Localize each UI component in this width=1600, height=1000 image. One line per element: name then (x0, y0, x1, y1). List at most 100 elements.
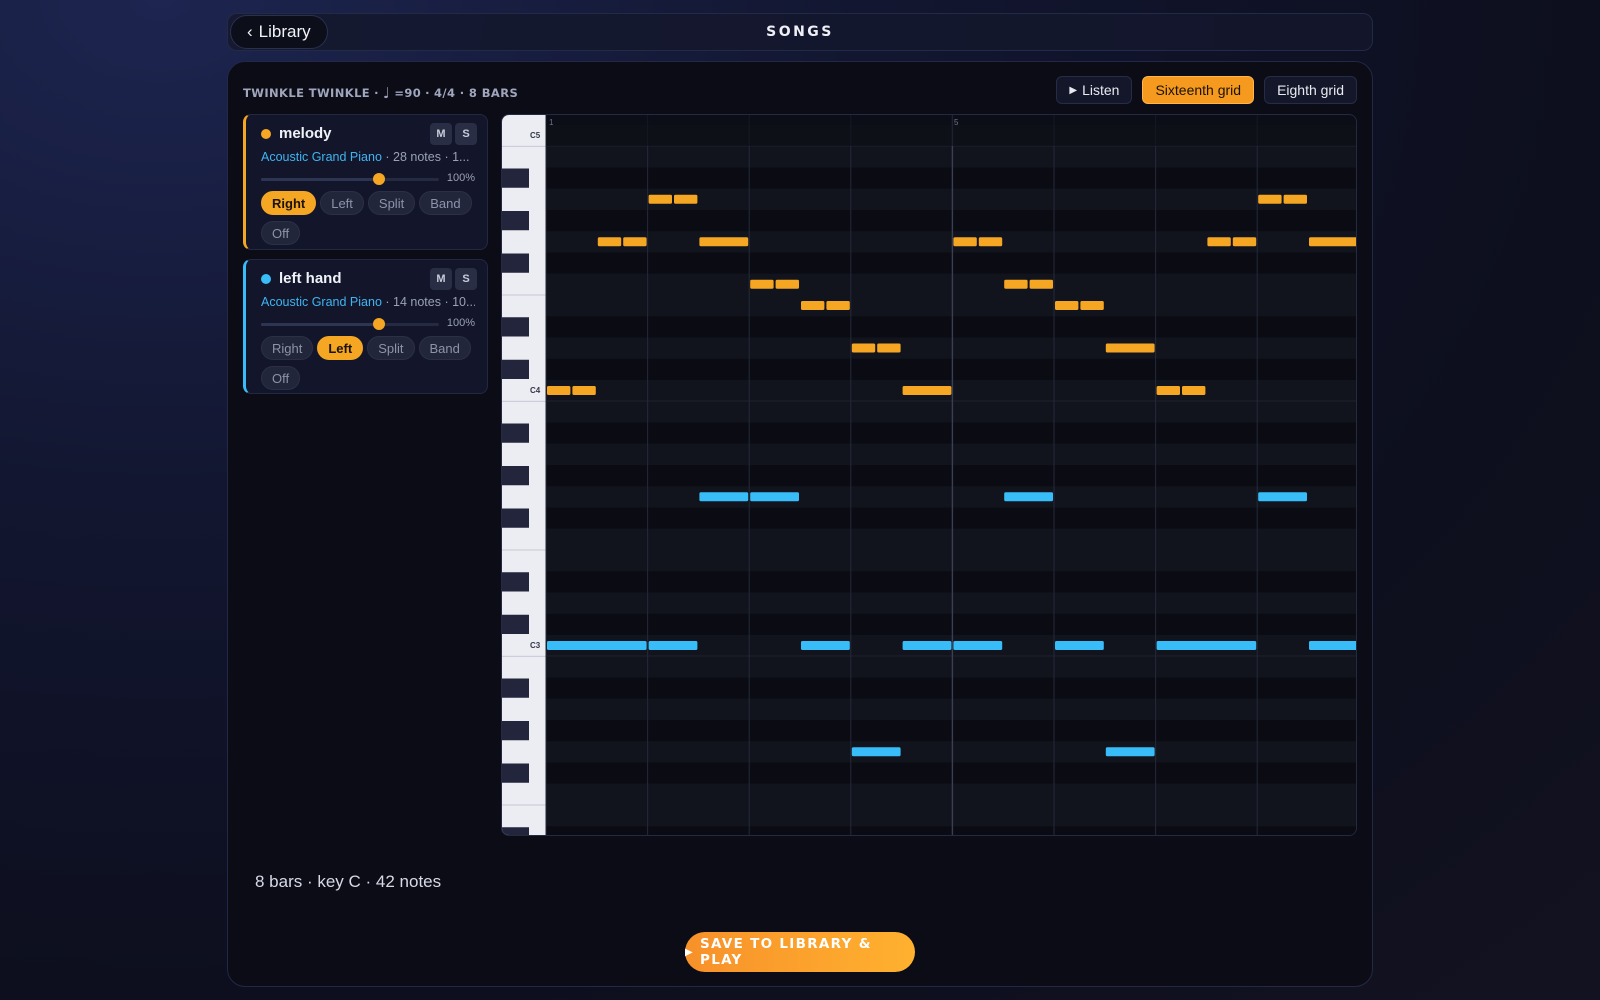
sixteenth-grid-button[interactable]: Sixteenth grid (1142, 76, 1255, 104)
melody-note[interactable] (775, 279, 799, 289)
left-hand-note[interactable] (801, 641, 850, 650)
black-key[interactable] (502, 423, 529, 443)
left-hand-note[interactable] (1004, 492, 1053, 502)
melody-note[interactable] (674, 194, 698, 204)
left-hand-note[interactable] (851, 747, 901, 757)
hand-band-button[interactable]: Band (418, 336, 471, 360)
black-key[interactable] (502, 317, 529, 337)
listen-button[interactable]: ▶ Listen (1056, 76, 1133, 104)
melody-note[interactable] (1232, 237, 1257, 247)
piano-roll[interactable]: 1 5 C5 C4 C3 (501, 114, 1357, 836)
left-hand-note[interactable] (1258, 492, 1307, 502)
black-key[interactable] (502, 466, 529, 486)
hand-off-button[interactable]: Off (261, 366, 301, 390)
melody-note[interactable] (826, 301, 850, 310)
left-hand-note[interactable] (1156, 641, 1257, 650)
hand-right-button[interactable]: Right (261, 191, 317, 215)
black-key[interactable] (502, 763, 529, 783)
melody-note[interactable] (801, 301, 825, 310)
pitch-row (546, 465, 1356, 487)
volume-knob[interactable] (373, 173, 385, 185)
pitch-row (546, 571, 1356, 593)
bar-number-1: 1 (549, 118, 554, 127)
volume-track (261, 323, 439, 326)
mute-button[interactable]: M (430, 268, 452, 290)
melody-note[interactable] (1182, 386, 1206, 395)
left-hand-note[interactable] (699, 492, 749, 502)
melody-note[interactable] (1004, 279, 1028, 289)
track-card-left-hand[interactable]: left hand M S Acoustic Grand Piano · 14 … (243, 259, 488, 394)
hand-left-button[interactable]: Left (317, 336, 364, 360)
volume-fill (261, 323, 379, 326)
track-card-melody[interactable]: melody M S Acoustic Grand Piano · 28 not… (243, 114, 488, 250)
eighth-grid-button[interactable]: Eighth grid (1264, 76, 1357, 104)
volume-knob[interactable] (373, 318, 385, 330)
melody-note[interactable] (699, 237, 749, 247)
left-hand-note[interactable] (1309, 641, 1357, 650)
instrument-select[interactable]: Acoustic Grand Piano (261, 150, 382, 164)
melody-note[interactable] (978, 237, 1003, 247)
melody-note[interactable] (902, 386, 952, 395)
left-hand-note[interactable] (1055, 641, 1104, 650)
melody-note[interactable] (1309, 237, 1357, 247)
hand-assignment: Right Left Split Band Off (261, 191, 481, 245)
melody-note[interactable] (1055, 301, 1079, 310)
melody-note[interactable] (1029, 279, 1053, 289)
melody-note[interactable] (750, 279, 774, 289)
track-details: · 14 notes · 10... (385, 295, 475, 309)
volume-track (261, 178, 439, 181)
hand-left-button[interactable]: Left (320, 191, 364, 215)
black-key[interactable] (502, 572, 529, 592)
bar-number-5: 5 (954, 118, 959, 127)
left-hand-note[interactable] (953, 641, 1003, 650)
left-hand-note[interactable] (750, 492, 799, 502)
volume-slider[interactable]: 100% (261, 317, 475, 331)
black-key[interactable] (502, 614, 529, 634)
melody-note[interactable] (623, 237, 647, 247)
melody-note[interactable] (1207, 237, 1231, 247)
pitch-row (546, 337, 1356, 359)
hand-off-button[interactable]: Off (261, 221, 301, 245)
left-hand-note[interactable] (1105, 747, 1155, 757)
song-tempo: =90 (394, 86, 422, 100)
key-label-c4: C4 (530, 386, 541, 395)
piano-keyboard[interactable] (502, 115, 546, 836)
pitch-row (546, 358, 1356, 380)
left-hand-note[interactable] (648, 641, 698, 650)
melody-note[interactable] (1258, 194, 1282, 204)
solo-button[interactable]: S (455, 123, 477, 145)
black-key[interactable] (502, 678, 529, 698)
hand-band-button[interactable]: Band (419, 191, 472, 215)
left-hand-note[interactable] (547, 641, 647, 650)
melody-note[interactable] (1283, 194, 1307, 204)
piano-roll-canvas[interactable]: 1 5 C5 C4 C3 (502, 115, 1357, 836)
black-key[interactable] (502, 721, 529, 741)
black-key[interactable] (502, 827, 529, 836)
melody-note[interactable] (1080, 301, 1104, 310)
black-key[interactable] (502, 359, 529, 379)
melody-note[interactable] (1105, 343, 1155, 353)
song-editor-panel: TWINKLE TWINKLE · ♩ =90 · 4/4 · 8 BARS ▶… (227, 61, 1373, 987)
black-key[interactable] (502, 211, 529, 231)
melody-note[interactable] (1156, 386, 1180, 395)
melody-note[interactable] (851, 343, 876, 353)
volume-slider[interactable]: 100% (261, 172, 475, 186)
hand-split-button[interactable]: Split (367, 191, 416, 215)
instrument-select[interactable]: Acoustic Grand Piano (261, 295, 382, 309)
black-key[interactable] (502, 168, 529, 188)
black-key[interactable] (502, 253, 529, 273)
song-meta: TWINKLE TWINKLE · ♩ =90 · 4/4 · 8 BARS (243, 84, 518, 102)
hand-right-button[interactable]: Right (261, 336, 314, 360)
left-hand-note[interactable] (902, 641, 952, 650)
solo-button[interactable]: S (455, 268, 477, 290)
melody-note[interactable] (597, 237, 622, 247)
hand-split-button[interactable]: Split (367, 336, 415, 360)
melody-note[interactable] (547, 386, 571, 395)
mute-button[interactable]: M (430, 123, 452, 145)
black-key[interactable] (502, 508, 529, 528)
save-to-library-play-button[interactable]: ▶ SAVE TO LIBRARY & PLAY (685, 932, 915, 972)
melody-note[interactable] (572, 386, 596, 395)
melody-note[interactable] (953, 237, 977, 247)
melody-note[interactable] (877, 343, 901, 353)
melody-note[interactable] (648, 194, 672, 204)
